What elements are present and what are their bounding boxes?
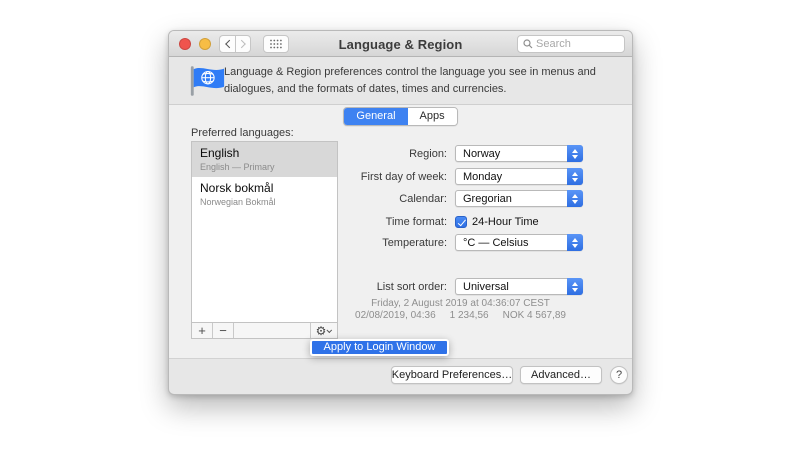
time-format-checkbox-label: 24-Hour Time xyxy=(472,216,539,228)
region-popup[interactable]: Norway xyxy=(455,145,583,162)
action-menu-popup: Apply to Login Window xyxy=(310,339,449,356)
first-day-value: Monday xyxy=(456,171,567,183)
help-button[interactable]: ? xyxy=(610,366,628,384)
stepper-icon xyxy=(567,145,583,162)
first-day-row: First day of week: Monday xyxy=(316,168,589,185)
language-subtitle: Norwegian Bokmål xyxy=(200,197,329,207)
preferred-languages-label: Preferred languages: xyxy=(191,127,294,139)
language-name: English xyxy=(200,146,329,160)
tab-general[interactable]: General xyxy=(344,108,407,125)
format-preview-line1: Friday, 2 August 2019 at 04:36:07 CEST xyxy=(329,298,592,309)
stepper-icon xyxy=(567,168,583,185)
time-format-label: Time format: xyxy=(316,216,455,228)
language-region-window: Language & Region xyxy=(168,30,633,395)
desktop: Language & Region xyxy=(0,0,800,450)
stepper-icon xyxy=(567,234,583,251)
temperature-row: Temperature: °C — Celsius xyxy=(316,234,589,251)
preview-number: 1 234,56 xyxy=(450,310,489,321)
search-field[interactable] xyxy=(517,35,625,53)
add-language-button[interactable]: + xyxy=(192,323,213,338)
preview-date-short: 02/08/2019, 04:36 xyxy=(355,310,436,321)
list-sort-popup[interactable]: Universal xyxy=(455,278,583,295)
temperature-value: °C — Celsius xyxy=(456,237,567,249)
temperature-label: Temperature: xyxy=(316,237,455,249)
action-menu-button[interactable]: ⚙ xyxy=(310,323,337,338)
calendar-value: Gregorian xyxy=(456,193,567,205)
gear-icon: ⚙ xyxy=(316,325,327,337)
temperature-popup[interactable]: °C — Celsius xyxy=(455,234,583,251)
first-day-label: First day of week: xyxy=(316,171,455,183)
time-format-row: Time format: 24-Hour Time xyxy=(316,213,589,230)
format-preview-line2: 02/08/2019, 04:36 1 234,56 NOK 4 567,89 xyxy=(329,310,592,321)
menu-item-apply-login-window[interactable]: Apply to Login Window xyxy=(312,341,447,354)
tab-bar: General Apps xyxy=(169,107,632,126)
list-sort-label: List sort order: xyxy=(316,281,455,293)
pane-description: Language & Region preferences control th… xyxy=(224,64,624,97)
search-icon xyxy=(523,39,533,49)
calendar-row: Calendar: Gregorian xyxy=(316,190,589,207)
tab-apps[interactable]: Apps xyxy=(408,108,457,125)
list-toolbar: + − ⚙ xyxy=(191,322,338,339)
calendar-popup[interactable]: Gregorian xyxy=(455,190,583,207)
region-value: Norway xyxy=(456,148,567,160)
preview-currency: NOK 4 567,89 xyxy=(503,310,566,321)
search-input[interactable] xyxy=(536,38,618,50)
calendar-label: Calendar: xyxy=(316,193,455,205)
list-sort-row: List sort order: Universal xyxy=(316,278,589,295)
title-bar: Language & Region xyxy=(169,31,632,57)
remove-language-button[interactable]: − xyxy=(213,323,234,338)
list-sort-value: Universal xyxy=(456,281,567,293)
footer: Keyboard Preferences… Advanced… ? xyxy=(169,357,632,394)
stepper-icon xyxy=(567,278,583,295)
pane-header: Language & Region preferences control th… xyxy=(169,57,632,104)
toolbar-spacer xyxy=(234,323,310,338)
chevron-down-icon xyxy=(327,327,333,333)
region-row: Region: Norway xyxy=(316,145,589,162)
language-name: Norsk bokmål xyxy=(200,181,329,195)
region-label: Region: xyxy=(316,148,455,160)
first-day-popup[interactable]: Monday xyxy=(455,168,583,185)
language-region-flag-icon xyxy=(188,65,226,98)
stepper-icon xyxy=(567,190,583,207)
advanced-button[interactable]: Advanced… xyxy=(520,366,602,384)
keyboard-preferences-button[interactable]: Keyboard Preferences… xyxy=(391,366,513,384)
language-subtitle: English — Primary xyxy=(200,162,329,172)
time-format-checkbox[interactable] xyxy=(455,216,467,228)
